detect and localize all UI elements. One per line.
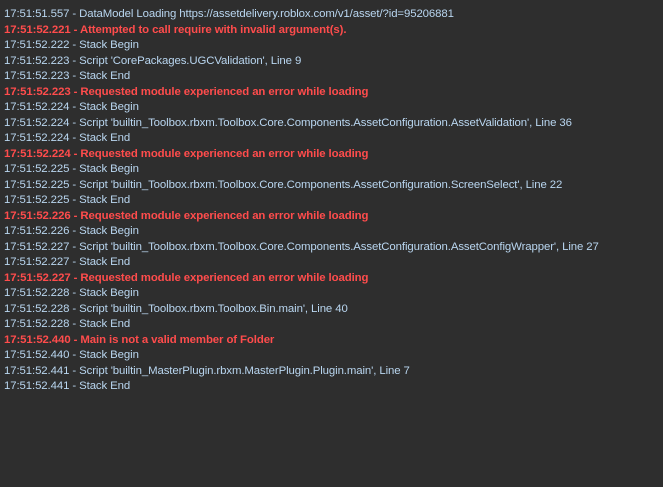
log-line[interactable]: 17:51:51.557 - DataModel Loading https:/… <box>4 7 663 23</box>
output-log-panel[interactable]: 17:51:51.557 - DataModel Loading https:/… <box>0 0 663 487</box>
log-lines: 17:51:51.557 - DataModel Loading https:/… <box>4 7 663 395</box>
log-line[interactable]: 17:51:52.228 - Script 'builtin_Toolbox.r… <box>4 302 663 318</box>
log-line-error[interactable]: 17:51:52.223 - Requested module experien… <box>4 85 663 101</box>
log-line[interactable]: 17:51:52.440 - Stack Begin <box>4 348 663 364</box>
log-line[interactable]: 17:51:52.441 - Stack End <box>4 379 663 395</box>
log-line-error[interactable]: 17:51:52.227 - Requested module experien… <box>4 271 663 287</box>
log-line[interactable]: 17:51:52.225 - Script 'builtin_Toolbox.r… <box>4 178 663 194</box>
log-line[interactable]: 17:51:52.223 - Stack End <box>4 69 663 85</box>
log-line-error[interactable]: 17:51:52.440 - Main is not a valid membe… <box>4 333 663 349</box>
log-line[interactable]: 17:51:52.226 - Stack Begin <box>4 224 663 240</box>
log-line[interactable]: 17:51:52.227 - Script 'builtin_Toolbox.r… <box>4 240 663 256</box>
log-line[interactable]: 17:51:52.224 - Stack Begin <box>4 100 663 116</box>
log-line[interactable]: 17:51:52.441 - Script 'builtin_MasterPlu… <box>4 364 663 380</box>
log-line[interactable]: 17:51:52.225 - Stack Begin <box>4 162 663 178</box>
log-line[interactable]: 17:51:52.222 - Stack Begin <box>4 38 663 54</box>
log-line[interactable]: 17:51:52.224 - Stack End <box>4 131 663 147</box>
log-line[interactable]: 17:51:52.224 - Script 'builtin_Toolbox.r… <box>4 116 663 132</box>
log-line[interactable]: 17:51:52.223 - Script 'CorePackages.UGCV… <box>4 54 663 70</box>
log-line-error[interactable]: 17:51:52.221 - Attempted to call require… <box>4 23 663 39</box>
log-line-error[interactable]: 17:51:52.224 - Requested module experien… <box>4 147 663 163</box>
log-line-error[interactable]: 17:51:52.226 - Requested module experien… <box>4 209 663 225</box>
log-line[interactable]: 17:51:52.225 - Stack End <box>4 193 663 209</box>
log-line[interactable]: 17:51:52.228 - Stack Begin <box>4 286 663 302</box>
log-line[interactable]: 17:51:52.228 - Stack End <box>4 317 663 333</box>
log-line[interactable]: 17:51:52.227 - Stack End <box>4 255 663 271</box>
